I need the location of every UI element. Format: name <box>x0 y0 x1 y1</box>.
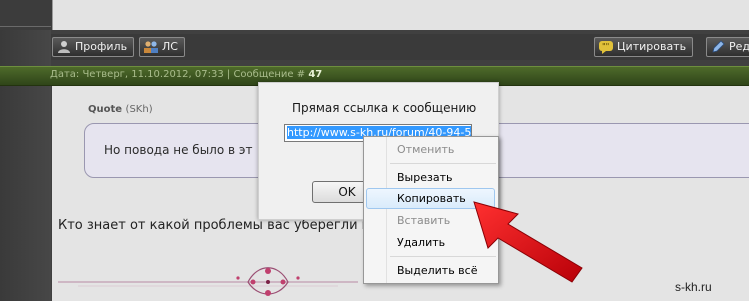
screenshot: Профиль ЛС "" Цитировать Ред Дата: Четве… <box>0 0 749 301</box>
users-icon <box>143 40 159 54</box>
menu-item-copy[interactable]: Копировать <box>397 192 466 205</box>
profile-icon <box>56 40 72 54</box>
quote-icon: "" <box>598 40 614 54</box>
post-date: Дата: Четверг, 11.10.2012, 07:33 | Сообщ… <box>50 69 309 80</box>
menu-icon-gutter <box>386 137 387 283</box>
svg-text:"": "" <box>602 42 609 51</box>
menu-item-select-all[interactable]: Выделить всё <box>397 264 477 277</box>
profile-button-label: Профиль <box>75 40 128 53</box>
edit-button[interactable]: Ред <box>706 37 749 57</box>
quote-button[interactable]: "" Цитировать <box>594 37 694 57</box>
post-text: Кто знает от какой проблемы вас уберегли… <box>58 218 371 233</box>
site-watermark: s-kh.ru <box>675 280 712 294</box>
quote-author: (SKh) <box>125 104 153 115</box>
decorative-ornament <box>58 267 358 296</box>
private-message-button[interactable]: ЛС <box>139 37 185 57</box>
previous-post-area <box>52 0 749 30</box>
menu-separator <box>390 163 496 164</box>
red-arrow-icon <box>473 201 583 283</box>
quote-header: Quote (SKh) <box>88 104 153 115</box>
private-message-label: ЛС <box>162 40 178 53</box>
divider <box>0 26 51 27</box>
profile-button[interactable]: Профиль <box>52 37 135 57</box>
menu-item-paste[interactable]: Вставить <box>397 214 450 227</box>
post-info-text: Дата: Четверг, 11.10.2012, 07:33 | Сообщ… <box>50 69 322 80</box>
quote-text: Но повода не было в эт <box>104 143 253 157</box>
menu-item-cut[interactable]: Вырезать <box>397 171 452 184</box>
menu-item-undo[interactable]: Отменить <box>397 143 454 156</box>
quote-button-label: Цитировать <box>617 40 687 53</box>
pencil-icon <box>710 40 726 54</box>
menu-item-delete[interactable]: Удалить <box>397 236 445 249</box>
message-number[interactable]: 47 <box>308 69 322 80</box>
edit-button-label: Ред <box>729 40 749 53</box>
quote-title: Quote <box>88 104 123 115</box>
dialog-title: Прямая ссылка к сообщению <box>292 101 477 115</box>
